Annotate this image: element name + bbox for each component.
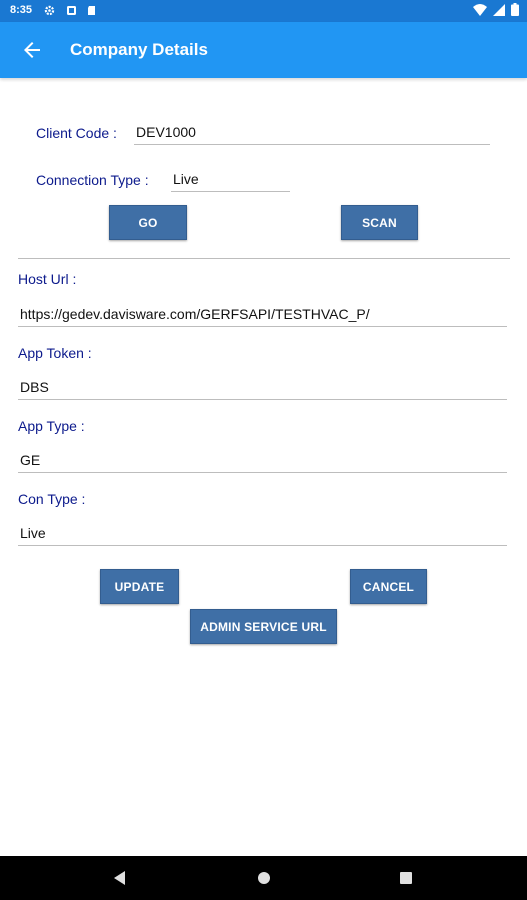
notification-icon bbox=[66, 5, 77, 16]
sd-card-icon bbox=[86, 5, 97, 16]
system-nav-bar bbox=[0, 856, 527, 900]
settings-icon bbox=[44, 5, 55, 16]
update-button[interactable]: UPDATE bbox=[100, 569, 179, 604]
recents-square-icon[interactable] bbox=[396, 868, 416, 888]
scan-button[interactable]: SCAN bbox=[341, 205, 418, 240]
status-time: 8:35 bbox=[10, 4, 33, 16]
client-code-label: Client Code : bbox=[36, 125, 117, 141]
app-token-label: App Token : bbox=[18, 345, 92, 361]
status-bar: 8:35 bbox=[0, 0, 527, 22]
wifi-icon bbox=[473, 3, 487, 19]
client-code-input[interactable] bbox=[134, 124, 490, 145]
app-bar: Company Details bbox=[0, 22, 527, 78]
home-circle-icon[interactable] bbox=[254, 868, 274, 888]
arrow-back-icon[interactable] bbox=[20, 38, 44, 62]
host-url-label: Host Url : bbox=[18, 271, 77, 287]
connection-type-input[interactable] bbox=[171, 171, 290, 192]
section-divider bbox=[18, 258, 510, 259]
cancel-button[interactable]: CANCEL bbox=[350, 569, 427, 604]
host-url-input[interactable] bbox=[18, 306, 507, 327]
connection-type-label: Connection Type : bbox=[36, 172, 149, 188]
back-triangle-icon[interactable] bbox=[110, 868, 130, 888]
app-token-input[interactable] bbox=[18, 379, 507, 400]
page-title: Company Details bbox=[70, 40, 208, 59]
con-type-input[interactable] bbox=[18, 525, 507, 546]
app-type-label: App Type : bbox=[18, 418, 85, 434]
admin-service-url-button[interactable]: ADMIN SERVICE URL bbox=[190, 609, 337, 644]
go-button[interactable]: GO bbox=[109, 205, 187, 240]
con-type-label: Con Type : bbox=[18, 491, 86, 507]
signal-icon bbox=[493, 3, 505, 19]
app-type-input[interactable] bbox=[18, 452, 507, 473]
status-system-icons bbox=[473, 3, 519, 19]
battery-icon bbox=[511, 3, 519, 19]
